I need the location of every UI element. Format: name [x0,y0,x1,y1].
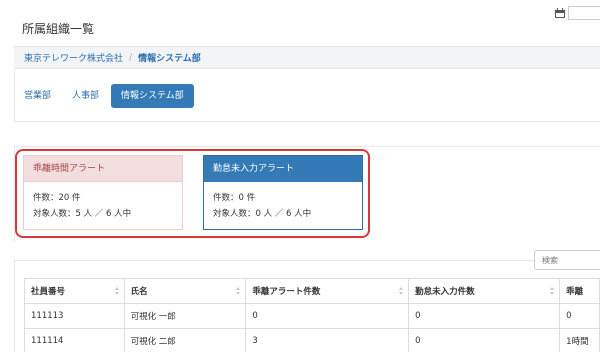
column-header-name[interactable]: 氏名 [123,278,247,304]
sort-icon[interactable] [399,287,404,296]
date-input[interactable] [568,6,600,20]
cell-employee-number: 111113 [24,303,125,329]
cell-divergence-alerts: 3 [245,328,410,352]
breadcrumb-separator: / [129,52,133,63]
search-input[interactable] [534,250,600,270]
department-tabs: 営業部 人事部 情報システム部 [14,70,600,122]
cell-missing-attendance: 0 [408,303,561,329]
date-picker[interactable] [555,6,600,20]
employee-table: 社員番号 氏名 乖離アラート件数 勤怠未入力件数 乖離 111113 可視化 一… [24,278,600,352]
page: 所属組織一覧 東京テレワーク株式会社 / 情報システム部 営業部 人事部 情報シ… [0,0,600,352]
cell-name: 可視化 一郎 [123,303,247,329]
breadcrumb: 東京テレワーク株式会社 / 情報システム部 [14,46,600,69]
tab-sales[interactable]: 営業部 [24,84,51,108]
table-row[interactable]: 111114 可視化 二郎 3 0 1時間 [24,328,600,352]
table-header-row: 社員番号 氏名 乖離アラート件数 勤怠未入力件数 乖離 [24,278,600,304]
column-header-employee-number[interactable]: 社員番号 [24,278,125,304]
tab-hr[interactable]: 人事部 [72,84,99,108]
cell-divergence: 1時間 [559,328,600,352]
sort-icon[interactable] [550,287,555,296]
column-header-divergence[interactable]: 乖離 [559,278,600,304]
table-row[interactable]: 111113 可視化 一郎 0 0 0 [24,303,600,329]
cell-divergence: 0 [559,303,600,329]
sort-icon[interactable] [236,287,241,296]
cell-name: 可視化 二郎 [123,328,247,352]
page-title: 所属組織一覧 [22,22,95,36]
breadcrumb-company-link[interactable]: 東京テレワーク株式会社 [24,51,123,64]
sort-icon[interactable] [114,287,120,296]
breadcrumb-current: 情報システム部 [138,54,201,64]
column-header-missing-attendance[interactable]: 勤怠未入力件数 [408,278,561,304]
alert-highlight-outline [15,149,370,238]
calendar-icon[interactable] [555,8,565,18]
column-header-divergence-alerts[interactable]: 乖離アラート件数 [245,278,410,304]
cell-divergence-alerts: 0 [245,303,410,329]
cell-missing-attendance: 0 [408,328,561,352]
cell-employee-number: 111114 [24,328,125,352]
tab-information-systems[interactable]: 情報システム部 [111,84,194,108]
